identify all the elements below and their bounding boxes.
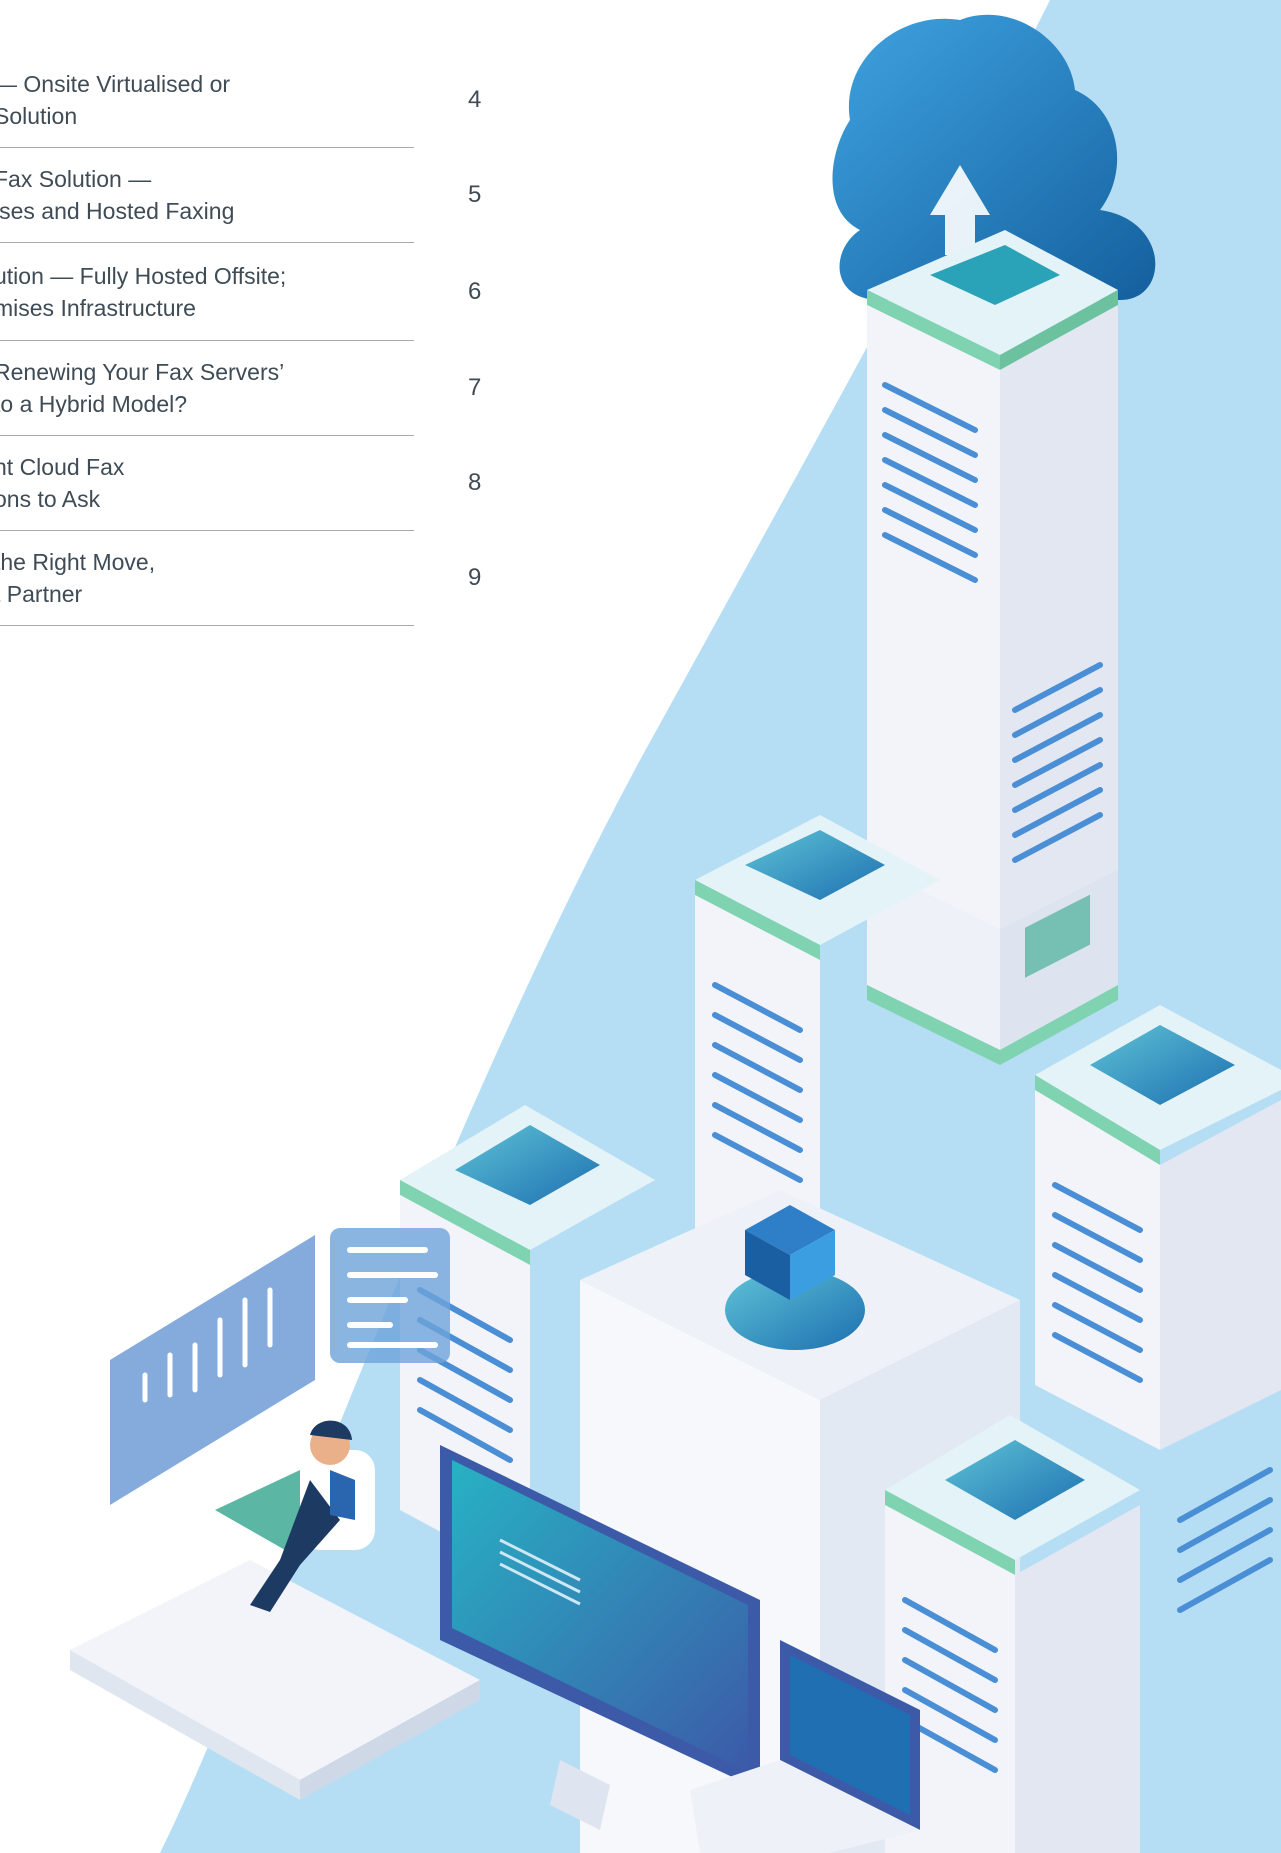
datacenter-illustration [70,14,1281,1853]
floating-chart-panel [110,1235,315,1505]
server-tower [1035,1005,1281,1450]
server-tower [867,230,1118,1065]
floating-text-panel [330,1228,450,1363]
server-tower [885,1415,1273,1853]
